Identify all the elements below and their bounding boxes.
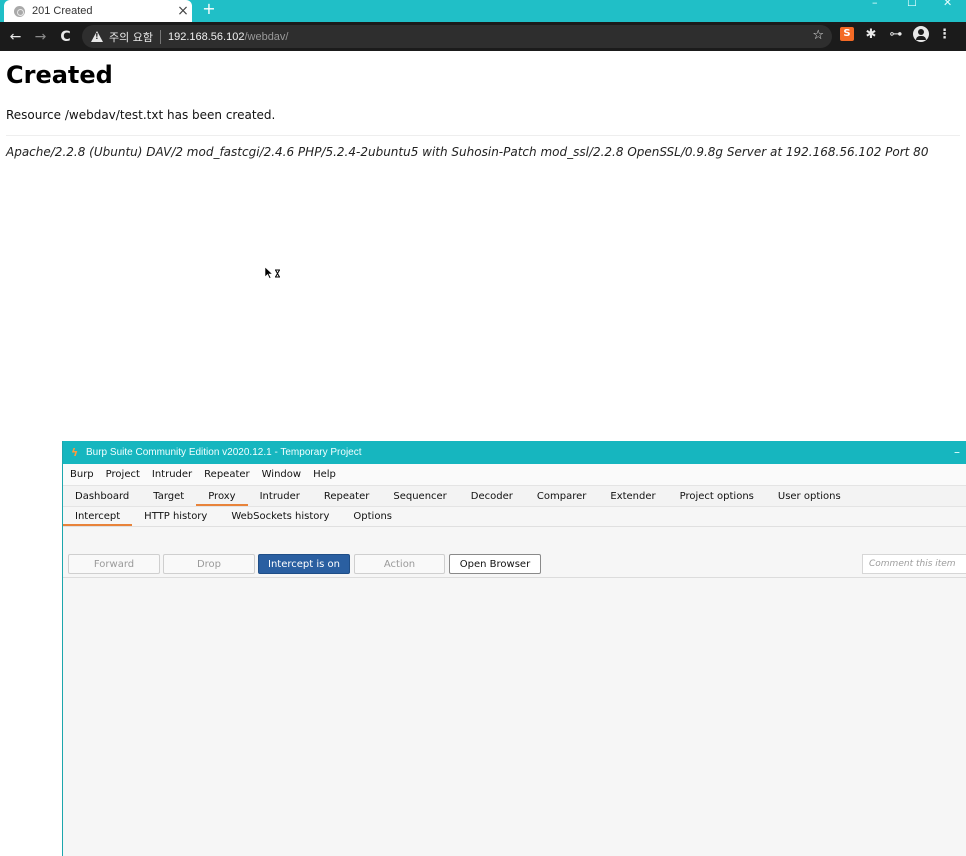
warning-icon[interactable]	[91, 31, 103, 42]
page-divider	[6, 135, 960, 136]
tab-decoder[interactable]: Decoder	[459, 486, 525, 506]
page-message: Resource /webdav/test.txt has been creat…	[6, 108, 276, 122]
tab-proxy-options[interactable]: Options	[341, 507, 404, 526]
menu-project[interactable]: Project	[106, 469, 140, 480]
globe-icon	[14, 5, 25, 17]
burp-logo-icon: ϟ	[71, 445, 79, 459]
tab-comparer[interactable]: Comparer	[525, 486, 598, 506]
burp-minimize-button[interactable]: –	[954, 445, 960, 459]
drop-button[interactable]: Drop	[163, 554, 255, 574]
menu-window[interactable]: Window	[262, 469, 301, 480]
menu-burp[interactable]: Burp	[70, 469, 94, 480]
tab-extender[interactable]: Extender	[598, 486, 667, 506]
browser-tabstrip: 201 Created × + – ☐ ✕	[0, 0, 966, 22]
menu-repeater[interactable]: Repeater	[204, 469, 249, 480]
bookmark-star-icon[interactable]: ☆	[812, 28, 824, 43]
tab-http-history[interactable]: HTTP history	[132, 507, 219, 526]
open-browser-button[interactable]: Open Browser	[449, 554, 541, 574]
reload-icon[interactable]: C	[53, 29, 78, 45]
puzzle-icon[interactable]: ✱	[863, 27, 879, 42]
new-tab-button[interactable]: +	[200, 0, 218, 20]
tab-proxy[interactable]: Proxy	[196, 486, 249, 506]
page-heading: Created	[6, 61, 113, 89]
address-separator	[159, 29, 161, 44]
browser-menu-icon[interactable]: ⋮	[938, 27, 951, 42]
menu-help[interactable]: Help	[313, 469, 336, 480]
profile-avatar-icon[interactable]	[913, 26, 929, 42]
intercept-toggle-button[interactable]: Intercept is on	[258, 554, 350, 574]
url-path[interactable]: /webdav/	[244, 31, 288, 43]
burp-window-title: Burp Suite Community Edition v2020.12.1 …	[86, 447, 362, 458]
address-bar[interactable]: 주의 요함 192.168.56.102 /webdav/ ☆	[82, 25, 832, 48]
tab-sequencer[interactable]: Sequencer	[381, 486, 458, 506]
comment-input[interactable]: Comment this item	[862, 554, 966, 574]
url-host[interactable]: 192.168.56.102	[168, 31, 244, 43]
tab-close-button[interactable]: ×	[174, 3, 192, 19]
proxy-sub-tabs: Intercept HTTP history WebSockets histor…	[63, 506, 966, 527]
browser-tab[interactable]: 201 Created ×	[4, 0, 192, 22]
tab-intercept[interactable]: Intercept	[63, 507, 133, 526]
tab-dashboard[interactable]: Dashboard	[63, 486, 141, 506]
tab-intruder[interactable]: Intruder	[248, 486, 312, 506]
burp-main-tabs: Dashboard Target Proxy Intruder Repeater…	[63, 485, 966, 506]
minimize-window-button[interactable]: –	[872, 0, 878, 9]
tab-project-options[interactable]: Project options	[668, 486, 766, 506]
burp-extension-icon[interactable]: S	[840, 27, 854, 41]
server-signature: Apache/2.2.8 (Ubuntu) DAV/2 mod_fastcgi/…	[6, 145, 929, 159]
back-icon[interactable]: ←	[3, 29, 28, 45]
burp-titlebar: ϟ Burp Suite Community Edition v2020.12.…	[63, 441, 966, 464]
action-button[interactable]: Action	[354, 554, 445, 574]
key-icon[interactable]: ⊶	[888, 27, 904, 42]
tab-target[interactable]: Target	[141, 486, 196, 506]
forward-icon[interactable]: →	[28, 29, 53, 45]
tab-websockets-history[interactable]: WebSockets history	[219, 507, 341, 526]
extension-icons: S ✱ ⊶ ⋮	[840, 26, 951, 42]
forward-button[interactable]: Forward	[68, 554, 160, 574]
browser-toolbar: ← → C 주의 요함 192.168.56.102 /webdav/ ☆ S …	[0, 22, 966, 51]
mouse-cursor-icon	[264, 266, 280, 279]
tab-user-options[interactable]: User options	[766, 486, 853, 506]
maximize-window-button[interactable]: ☐	[907, 0, 917, 9]
burp-menubar: Burp Project Intruder Repeater Window He…	[63, 464, 966, 485]
security-label[interactable]: 주의 요함	[109, 29, 153, 45]
burp-window: ϟ Burp Suite Community Edition v2020.12.…	[62, 441, 966, 856]
tab-repeater[interactable]: Repeater	[312, 486, 381, 506]
close-window-button[interactable]: ✕	[943, 0, 952, 9]
menu-intruder[interactable]: Intruder	[152, 469, 192, 480]
tab-title: 201 Created	[32, 5, 93, 17]
intercept-message-area[interactable]	[63, 578, 966, 856]
